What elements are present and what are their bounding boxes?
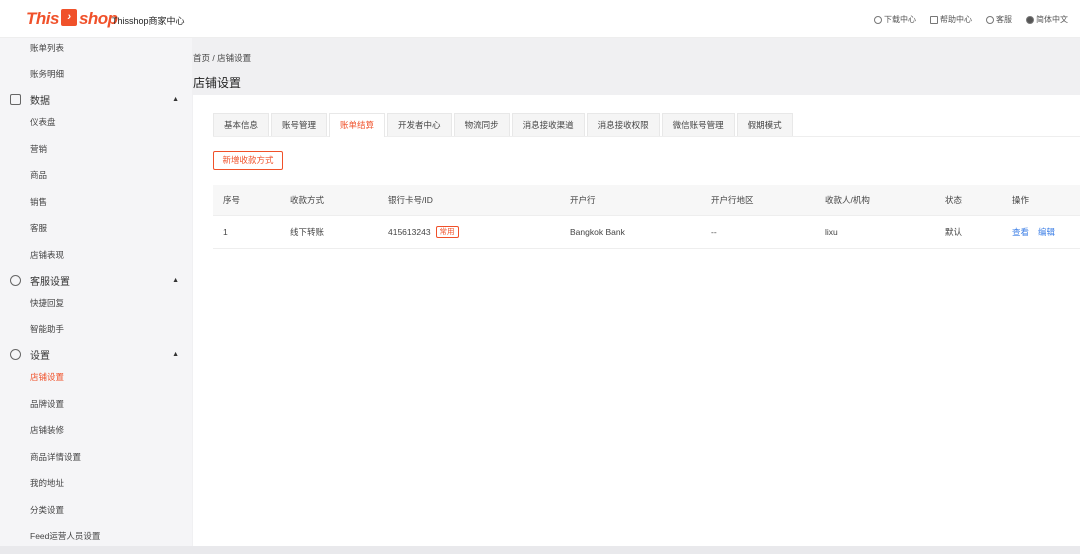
cell-method: 线下转账 bbox=[290, 227, 325, 237]
column-header: 序号 bbox=[223, 195, 241, 205]
top-nav: 下载中心 帮助中心 客服 简体中文 bbox=[874, 14, 1068, 25]
download-cloud-icon bbox=[874, 15, 882, 24]
chevron-up-icon: ▲ bbox=[172, 351, 179, 358]
content-card: 基本信息 账号管理 账单结算 开发者中心 物流同步 消息接收渠道 消息接收权限 … bbox=[193, 95, 1080, 546]
edit-link[interactable]: 编辑 bbox=[1038, 226, 1055, 238]
tab-logistics-sync[interactable]: 物流同步 bbox=[453, 113, 510, 136]
cell-region: -- bbox=[711, 227, 717, 237]
top-header: This › shop Thisshop商家中心 下载中心 帮助中心 客服 简体中文 bbox=[0, 0, 1080, 38]
column-header: 银行卡号/ID bbox=[388, 195, 433, 205]
sidebar-item[interactable]: 销售 bbox=[30, 196, 47, 208]
app-title: Thisshop商家中心 bbox=[112, 16, 185, 26]
bottom-bar bbox=[0, 546, 1080, 554]
sidebar-group-service-settings[interactable]: 客服设置 ▲ bbox=[10, 273, 185, 288]
cell-account: 415613243 常用 bbox=[388, 216, 459, 248]
sidebar-item[interactable]: 快捷回复 bbox=[30, 297, 64, 309]
sidebar-item[interactable]: 智能助手 bbox=[30, 323, 64, 335]
sidebar-item[interactable]: 仪表盘 bbox=[30, 116, 56, 128]
column-header: 开户行 bbox=[570, 195, 596, 205]
sidebar-group-settings[interactable]: 设置 ▲ bbox=[10, 347, 185, 362]
breadcrumb: 首页 / 店铺设置 bbox=[193, 53, 252, 63]
tab-wechat-accounts[interactable]: 微信账号管理 bbox=[661, 113, 735, 136]
headset-icon bbox=[10, 275, 21, 286]
cell-bank: Bangkok Bank bbox=[570, 227, 625, 237]
tab-message-channels[interactable]: 消息接收渠道 bbox=[511, 113, 585, 136]
sidebar-item-bill-list[interactable]: 账单列表 bbox=[30, 42, 64, 54]
tab-message-permissions[interactable]: 消息接收权限 bbox=[586, 113, 660, 136]
settings-icon bbox=[10, 349, 21, 360]
column-header: 状态 bbox=[945, 195, 963, 205]
sidebar-item-store-settings[interactable]: 店铺设置 bbox=[30, 371, 64, 383]
page-title: 店铺设置 bbox=[193, 76, 242, 90]
chevron-up-icon: ▲ bbox=[172, 96, 179, 103]
settings-tabs: 基本信息 账号管理 账单结算 开发者中心 物流同步 消息接收渠道 消息接收权限 … bbox=[213, 113, 1080, 137]
sidebar-item[interactable]: 营销 bbox=[30, 143, 47, 155]
table-row: 1 线下转账 415613243 常用 Bangkok Bank -- lixu … bbox=[213, 216, 1080, 249]
column-header: 开户行地区 bbox=[711, 195, 754, 205]
nav-language[interactable]: 简体中文 bbox=[1026, 14, 1068, 25]
table-header: 序号 收款方式 银行卡号/ID 开户行 开户行地区 收款人/机构 状态 操作 bbox=[213, 185, 1080, 216]
sidebar-item[interactable]: 商品 bbox=[30, 169, 47, 181]
tab-account-management[interactable]: 账号管理 bbox=[271, 113, 328, 136]
cell-payee: lixu bbox=[825, 227, 838, 237]
tab-developer-center[interactable]: 开发者中心 bbox=[387, 113, 452, 136]
help-doc-icon bbox=[930, 15, 938, 24]
chart-icon bbox=[10, 94, 21, 105]
column-header: 收款方式 bbox=[290, 195, 325, 205]
sidebar-item[interactable]: Feed运营人员设置 bbox=[30, 530, 100, 542]
tab-billing-settlement[interactable]: 账单结算 bbox=[329, 113, 386, 137]
sidebar-item[interactable]: 品牌设置 bbox=[30, 398, 64, 410]
chevron-up-icon: ▲ bbox=[172, 277, 179, 284]
view-link[interactable]: 查看 bbox=[1012, 226, 1029, 238]
nav-help-center[interactable]: 帮助中心 bbox=[930, 14, 972, 25]
common-badge: 常用 bbox=[435, 226, 459, 238]
sidebar-group-data[interactable]: 数据 ▲ bbox=[10, 92, 185, 107]
sidebar: 账单列表 账务明细 数据 ▲ 仪表盘 营销 商品 销售 客服 店铺表现 客服设置 ▲… bbox=[0, 38, 192, 554]
globe-icon bbox=[1026, 15, 1034, 24]
headset-icon bbox=[986, 15, 994, 24]
sidebar-item-account-detail[interactable]: 账务明细 bbox=[30, 68, 64, 80]
add-payment-method-button[interactable]: 新增收款方式 bbox=[213, 151, 283, 170]
tab-basic-info[interactable]: 基本信息 bbox=[213, 113, 270, 136]
sidebar-item[interactable]: 客服 bbox=[30, 222, 47, 234]
cell-status: 默认 bbox=[945, 227, 963, 237]
tab-holiday-mode[interactable]: 假期模式 bbox=[736, 113, 793, 136]
sidebar-item[interactable]: 我的地址 bbox=[30, 477, 64, 489]
nav-customer-service[interactable]: 客服 bbox=[986, 14, 1012, 25]
column-header: 操作 bbox=[1012, 195, 1030, 205]
cell-actions: 查看 编辑 bbox=[1012, 216, 1059, 248]
sidebar-item[interactable]: 分类设置 bbox=[30, 504, 64, 516]
breadcrumb-current: 店铺设置 bbox=[217, 53, 252, 63]
thisshop-logo[interactable]: This › shop bbox=[26, 9, 118, 29]
nav-download-center[interactable]: 下载中心 bbox=[874, 14, 916, 25]
cell-index: 1 bbox=[223, 227, 228, 237]
sidebar-item[interactable]: 店铺装修 bbox=[30, 424, 64, 436]
sidebar-item[interactable]: 商品详情设置 bbox=[30, 451, 81, 463]
column-header: 收款人/机构 bbox=[825, 195, 870, 205]
sidebar-item[interactable]: 店铺表现 bbox=[30, 249, 64, 261]
breadcrumb-home[interactable]: 首页 bbox=[193, 53, 210, 63]
